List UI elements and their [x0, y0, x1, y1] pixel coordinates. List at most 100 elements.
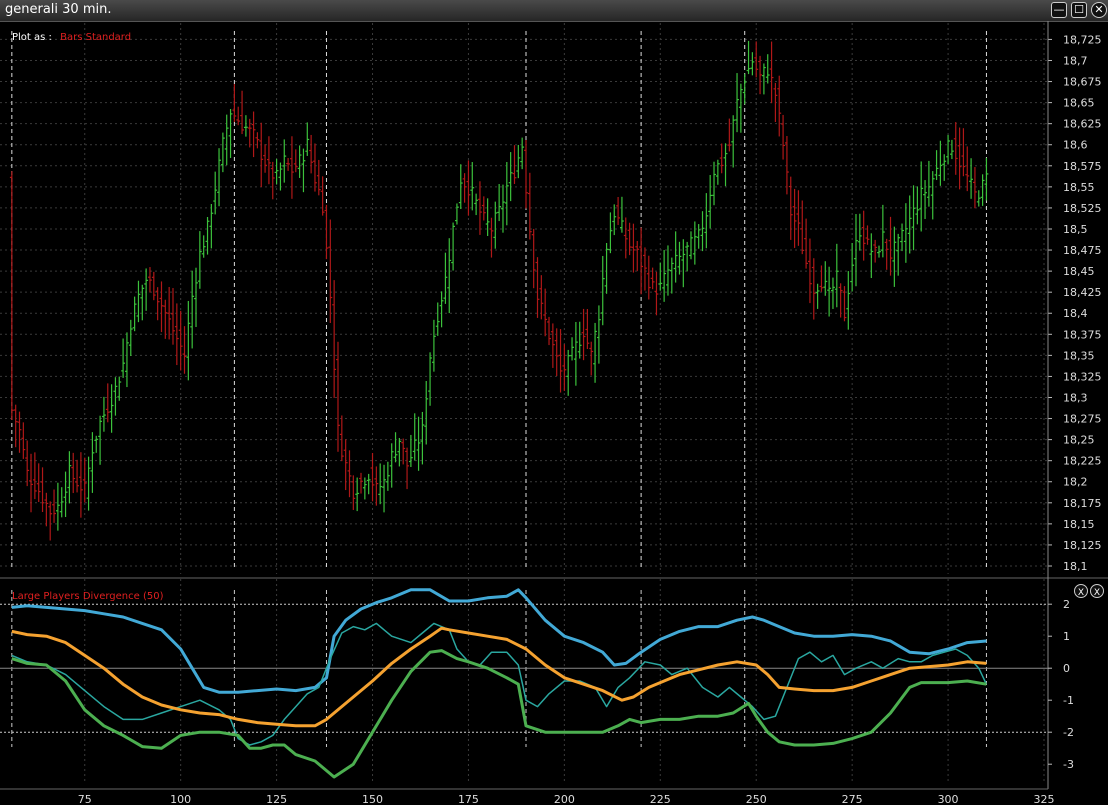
ohlc-bar — [884, 238, 889, 270]
ohlc-bar — [309, 134, 314, 174]
ohlc-bar — [362, 477, 367, 500]
ohlc-bar — [930, 171, 935, 220]
ohlc-bar — [113, 377, 118, 416]
close-button[interactable]: ✕ — [1091, 2, 1107, 18]
ohlc-bar — [13, 404, 18, 448]
ohlc-bar — [243, 115, 248, 137]
ohlc-bar — [278, 162, 283, 191]
ohlc-bar — [385, 461, 390, 491]
ohlc-bar — [462, 173, 467, 203]
ohlc-bar — [412, 413, 417, 461]
ohlc-bar — [946, 134, 950, 165]
ohlc-bar — [293, 149, 298, 173]
ohlc-bar — [378, 463, 383, 505]
price-tick-label: 18,175 — [1063, 497, 1102, 510]
ohlc-bar — [144, 268, 149, 311]
ohlc-bar — [938, 140, 943, 186]
ohlc-bar — [255, 132, 260, 149]
ohlc-bar — [543, 288, 548, 337]
ohlc-bar — [512, 145, 517, 184]
ohlc-bar — [504, 161, 509, 226]
ohlc-bar — [662, 249, 667, 302]
ohlc-bar — [566, 349, 571, 396]
ohlc-bar — [600, 255, 605, 326]
ohlc-bar — [631, 223, 636, 273]
plot-as-label: Plot as : Bars Standard — [12, 32, 131, 43]
ohlc-bar — [205, 216, 210, 255]
ohlc-bar — [846, 271, 851, 330]
ohlc-bar — [247, 118, 252, 148]
ohlc-bar — [78, 452, 83, 518]
ohlc-bar — [685, 241, 690, 272]
minimize-button[interactable]: — — [1051, 2, 1067, 18]
ohlc-bar — [435, 302, 440, 336]
ohlc-bar — [957, 127, 962, 190]
ohlc-bar — [731, 115, 736, 168]
indicator-series-3 — [11, 626, 987, 728]
price-tick-label: 18,575 — [1063, 160, 1102, 173]
price-tick-label: 18,25 — [1063, 434, 1095, 447]
price-tick-label: 18,425 — [1063, 286, 1102, 299]
x-tick-label: 175 — [458, 793, 479, 805]
price-tick-label: 18,6 — [1063, 139, 1088, 152]
ohlc-bar — [32, 452, 37, 500]
ohlc-bar — [443, 252, 448, 304]
price-tick-label: 18,15 — [1063, 518, 1095, 531]
ohlc-bar — [666, 245, 670, 296]
ohlc-bar — [297, 145, 302, 178]
ohlc-bar — [934, 150, 939, 181]
ohlc-bar — [382, 464, 386, 513]
indicator-tick-label: -2 — [1063, 726, 1074, 739]
indicator-series-1 — [11, 588, 987, 694]
ohlc-bar — [408, 434, 413, 467]
ohlc-bar — [900, 223, 904, 252]
ohlc-bar — [942, 154, 947, 181]
x-tick-label: 100 — [170, 793, 191, 805]
ohlc-bar — [819, 265, 824, 292]
chart-area[interactable]: 18,1 18,125 18,15 18,175 18,2 18,225 18,25 18,2… — [0, 21, 1108, 805]
ohlc-bar — [424, 380, 429, 445]
ohlc-bar — [82, 457, 87, 503]
ohlc-bar — [524, 140, 528, 209]
price-tick-label: 18,125 — [1063, 539, 1102, 552]
ohlc-bar — [182, 326, 187, 374]
indicator-close-button-2[interactable]: X — [1090, 584, 1104, 599]
ohlc-bar — [508, 152, 513, 202]
ohlc-bar — [405, 447, 409, 490]
ohlc-bar — [984, 157, 989, 201]
ohlc-bar — [458, 164, 463, 209]
ohlc-bar — [121, 338, 126, 378]
ohlc-bar — [677, 241, 682, 275]
ohlc-bar — [59, 487, 64, 518]
ohlc-bar — [128, 319, 133, 357]
ohlc-bar — [769, 41, 774, 104]
x-tick-label: 275 — [842, 793, 863, 805]
ohlc-bar — [834, 243, 839, 308]
ohlc-bar — [71, 452, 76, 494]
ohlc-bar — [416, 416, 421, 471]
price-tick-label: 18,725 — [1063, 33, 1102, 46]
ohlc-bar — [320, 176, 325, 216]
ohlc-bar — [612, 204, 617, 236]
maximize-button[interactable]: ☐ — [1071, 2, 1087, 18]
ohlc-bar — [339, 415, 344, 462]
ohlc-bar — [880, 204, 885, 258]
ohlc-bar — [593, 322, 597, 383]
x-tick-label: 125 — [266, 793, 287, 805]
indicator-close-button-1[interactable]: X — [1074, 584, 1088, 599]
ohlc-bar — [896, 233, 901, 276]
ohlc-bar — [550, 323, 555, 368]
ohlc-bar — [788, 176, 793, 240]
ohlc-bar — [21, 422, 26, 459]
ohlc-bar — [485, 198, 490, 237]
ohlc-bar — [681, 239, 686, 288]
plot-as-dropdown[interactable]: Bars Standard — [60, 32, 131, 43]
ohlc-bar — [781, 114, 785, 160]
ohlc-bar — [194, 267, 198, 328]
ohlc-bar — [919, 161, 924, 232]
indicator-axis: -3 -2 -1 0 1 2 — [1047, 575, 1074, 789]
ohlc-bar — [347, 450, 352, 498]
ohlc-bar — [132, 296, 137, 332]
ohlc-bar — [531, 228, 536, 289]
ohlc-bar — [823, 261, 828, 296]
